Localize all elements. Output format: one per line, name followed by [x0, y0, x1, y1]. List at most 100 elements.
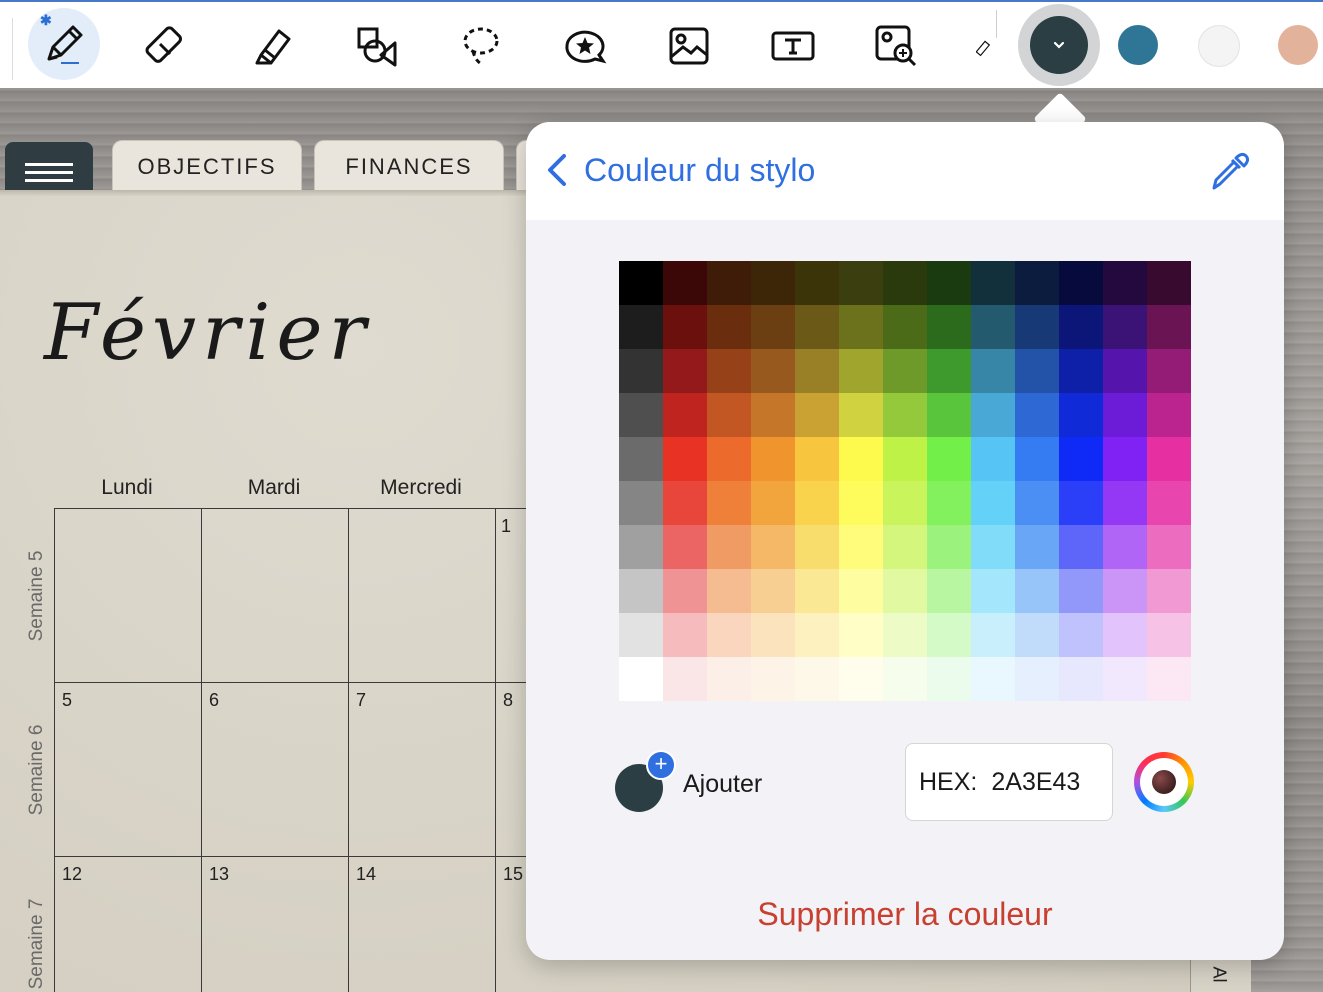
shapes-tool[interactable]: [344, 14, 408, 78]
palette-color-cell[interactable]: [707, 569, 751, 613]
palette-color-cell[interactable]: [1015, 525, 1059, 569]
palette-color-cell[interactable]: [707, 393, 751, 437]
current-color-button[interactable]: [1030, 16, 1088, 74]
palette-color-cell[interactable]: [883, 569, 927, 613]
palette-color-cell[interactable]: [927, 393, 971, 437]
palette-color-cell[interactable]: [795, 525, 839, 569]
palette-color-cell[interactable]: [1147, 261, 1191, 305]
palette-color-cell[interactable]: [927, 569, 971, 613]
palette-color-cell[interactable]: [1103, 613, 1147, 657]
palette-color-cell[interactable]: [707, 305, 751, 349]
palette-color-cell[interactable]: [1147, 481, 1191, 525]
palette-color-cell[interactable]: [1147, 613, 1191, 657]
palette-color-cell[interactable]: [795, 393, 839, 437]
palette-color-cell[interactable]: [1147, 349, 1191, 393]
palette-color-cell[interactable]: [1103, 569, 1147, 613]
palette-color-cell[interactable]: [795, 261, 839, 305]
palette-color-cell[interactable]: [663, 525, 707, 569]
palette-color-cell[interactable]: [883, 305, 927, 349]
palette-color-cell[interactable]: [839, 393, 883, 437]
palette-color-cell[interactable]: [927, 657, 971, 701]
sticker-tool[interactable]: [552, 14, 616, 78]
palette-color-cell[interactable]: [971, 613, 1015, 657]
palette-color-cell[interactable]: [839, 657, 883, 701]
palette-color-cell[interactable]: [1015, 349, 1059, 393]
palette-color-cell[interactable]: [1103, 481, 1147, 525]
palette-color-cell[interactable]: [663, 613, 707, 657]
palette-color-cell[interactable]: [839, 437, 883, 481]
palette-color-cell[interactable]: [839, 569, 883, 613]
palette-color-cell[interactable]: [663, 305, 707, 349]
palette-color-cell[interactable]: [883, 613, 927, 657]
palette-color-cell[interactable]: [619, 481, 663, 525]
palette-color-cell[interactable]: [927, 481, 971, 525]
palette-color-cell[interactable]: [1015, 305, 1059, 349]
palette-color-cell[interactable]: [1059, 393, 1103, 437]
palette-color-cell[interactable]: [619, 525, 663, 569]
palette-color-cell[interactable]: [751, 437, 795, 481]
palette-color-cell[interactable]: [1059, 261, 1103, 305]
side-tab-partial[interactable]: Al: [1190, 960, 1251, 992]
palette-color-cell[interactable]: [839, 525, 883, 569]
eyedropper-icon[interactable]: [1206, 148, 1252, 194]
palette-color-cell[interactable]: [1059, 613, 1103, 657]
palette-color-cell[interactable]: [883, 437, 927, 481]
delete-color-button[interactable]: Supprimer la couleur: [526, 896, 1284, 933]
palette-color-cell[interactable]: [751, 613, 795, 657]
palette-color-cell[interactable]: [839, 305, 883, 349]
palette-color-cell[interactable]: [927, 261, 971, 305]
palette-color-cell[interactable]: [1059, 305, 1103, 349]
palette-color-cell[interactable]: [619, 657, 663, 701]
palette-color-cell[interactable]: [971, 525, 1015, 569]
palette-color-cell[interactable]: [795, 305, 839, 349]
palette-color-cell[interactable]: [971, 261, 1015, 305]
highlighter-tool[interactable]: [240, 14, 304, 78]
back-chevron-icon[interactable]: [542, 150, 572, 190]
palette-color-cell[interactable]: [927, 437, 971, 481]
tab-finances[interactable]: FINANCES: [314, 140, 504, 193]
palette-color-cell[interactable]: [883, 261, 927, 305]
palette-color-cell[interactable]: [795, 437, 839, 481]
palette-color-cell[interactable]: [971, 437, 1015, 481]
palette-color-cell[interactable]: [707, 349, 751, 393]
palette-color-cell[interactable]: [927, 525, 971, 569]
palette-color-cell[interactable]: [795, 569, 839, 613]
palette-color-cell[interactable]: [839, 261, 883, 305]
palette-color-cell[interactable]: [1147, 657, 1191, 701]
palette-color-cell[interactable]: [839, 349, 883, 393]
palette-color-cell[interactable]: [707, 437, 751, 481]
palette-color-cell[interactable]: [751, 525, 795, 569]
palette-color-cell[interactable]: [619, 437, 663, 481]
palette-color-cell[interactable]: [619, 569, 663, 613]
palette-color-cell[interactable]: [1103, 525, 1147, 569]
palette-color-cell[interactable]: [971, 481, 1015, 525]
palette-color-cell[interactable]: [751, 657, 795, 701]
eraser-tool[interactable]: [136, 14, 200, 78]
palette-color-cell[interactable]: [1103, 393, 1147, 437]
ruler-tool[interactable]: [966, 14, 996, 78]
palette-color-cell[interactable]: [883, 481, 927, 525]
palette-color-cell[interactable]: [971, 569, 1015, 613]
palette-color-cell[interactable]: [751, 393, 795, 437]
plus-icon[interactable]: +: [646, 750, 676, 780]
palette-color-cell[interactable]: [795, 349, 839, 393]
palette-color-cell[interactable]: [751, 305, 795, 349]
palette-color-cell[interactable]: [883, 525, 927, 569]
palette-color-cell[interactable]: [663, 569, 707, 613]
palette-color-cell[interactable]: [1103, 657, 1147, 701]
palette-color-cell[interactable]: [927, 349, 971, 393]
palette-color-cell[interactable]: [883, 349, 927, 393]
palette-color-cell[interactable]: [707, 261, 751, 305]
palette-color-cell[interactable]: [751, 349, 795, 393]
palette-color-cell[interactable]: [1059, 657, 1103, 701]
palette-color-cell[interactable]: [619, 349, 663, 393]
image-tool[interactable]: [656, 14, 720, 78]
palette-color-cell[interactable]: [795, 613, 839, 657]
color-swatch-white[interactable]: [1198, 25, 1240, 67]
palette-color-cell[interactable]: [1147, 437, 1191, 481]
palette-color-cell[interactable]: [663, 349, 707, 393]
palette-color-cell[interactable]: [1147, 569, 1191, 613]
palette-color-cell[interactable]: [1015, 437, 1059, 481]
lasso-tool[interactable]: [448, 14, 512, 78]
palette-color-cell[interactable]: [1059, 481, 1103, 525]
